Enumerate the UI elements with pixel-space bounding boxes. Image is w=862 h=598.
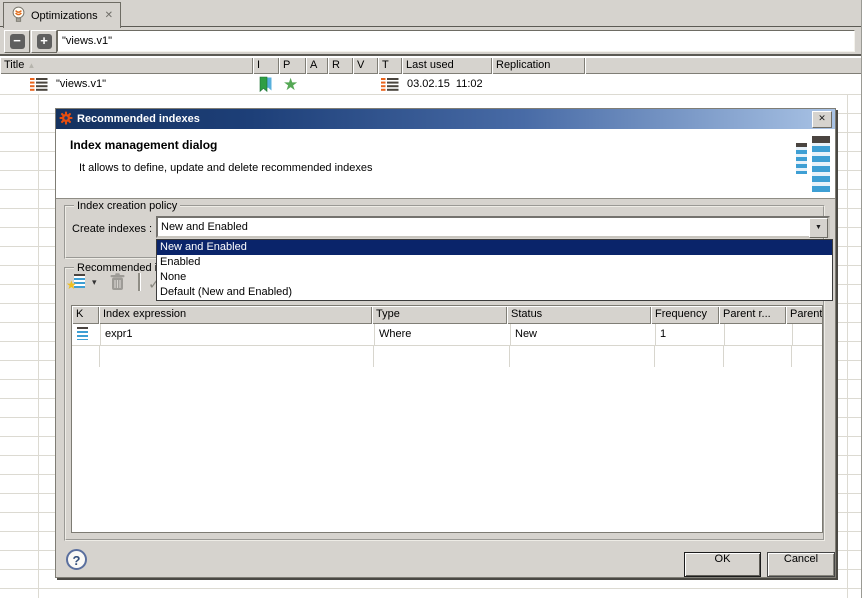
dialog-banner: Index management dialog It allows to def… bbox=[56, 129, 835, 199]
index-row-empty bbox=[72, 346, 822, 367]
add-index-menu-caret-icon[interactable]: ▾ bbox=[92, 277, 97, 288]
dialog-title-bar[interactable]: Recommended indexes ✕ bbox=[56, 109, 835, 129]
col-parent-2[interactable]: Parent r... bbox=[786, 306, 823, 324]
plus-icon: + bbox=[37, 34, 52, 49]
grid-vline-left bbox=[38, 95, 39, 598]
optimizations-view: Optimizations ✕ − + Title ▲ I P A R V T … bbox=[0, 0, 862, 598]
column-header-last-used-label: Last used bbox=[406, 59, 454, 71]
gear-icon bbox=[59, 111, 73, 128]
lightbulb-icon bbox=[11, 6, 26, 26]
cell-frequency: 1 bbox=[656, 324, 725, 346]
tab-close-icon[interactable]: ✕ bbox=[105, 10, 113, 21]
delete-index-button[interactable] bbox=[109, 273, 126, 294]
combo-dropdown-icon[interactable]: ▼ bbox=[809, 218, 828, 238]
index-row[interactable]: expr1 Where New 1 bbox=[72, 324, 822, 346]
column-header-t[interactable]: T bbox=[378, 57, 402, 74]
recommended-indexes-dialog: Recommended indexes ✕ Index management d… bbox=[55, 108, 836, 578]
column-header-p-label: P bbox=[283, 59, 290, 71]
dialog-description: It allows to define, update and delete r… bbox=[79, 162, 373, 174]
column-header-r[interactable]: R bbox=[328, 57, 353, 74]
empty-cell bbox=[100, 346, 374, 367]
col-k[interactable]: K bbox=[72, 306, 99, 324]
column-header-replication[interactable]: Replication bbox=[492, 57, 585, 74]
column-header-a[interactable]: A bbox=[306, 57, 328, 74]
dialog-heading: Index management dialog bbox=[70, 138, 217, 152]
tab-bar bbox=[0, 0, 862, 27]
column-header-r-label: R bbox=[332, 59, 340, 71]
indexes-table-header: K Index expression Type Status Frequency… bbox=[72, 306, 822, 324]
column-header-v-label: V bbox=[357, 59, 364, 71]
indexes-table[interactable]: K Index expression Type Status Frequency… bbox=[71, 305, 823, 533]
row-title: "views.v1" bbox=[56, 74, 106, 95]
minus-icon: − bbox=[10, 34, 25, 49]
column-header-i-label: I bbox=[257, 59, 260, 71]
toolbar-separator bbox=[138, 273, 140, 291]
empty-cell bbox=[655, 346, 724, 367]
dialog-close-icon[interactable]: ✕ bbox=[812, 111, 832, 128]
primary-star-icon: ★ bbox=[283, 76, 298, 93]
help-button[interactable]: ? bbox=[66, 549, 87, 570]
tab-label: Optimizations bbox=[31, 10, 98, 22]
t-column-table-icon bbox=[381, 78, 399, 94]
table-row[interactable]: "views.v1" ★ 03.02.15 11:02 bbox=[0, 74, 862, 95]
col-index-expression[interactable]: Index expression bbox=[99, 306, 372, 324]
combo-value: New and Enabled bbox=[161, 221, 248, 233]
cell-status: New bbox=[511, 324, 656, 346]
grid-vline-right bbox=[847, 95, 848, 598]
empty-cell bbox=[792, 346, 823, 367]
dropdown-option-default[interactable]: Default (New and Enabled) bbox=[157, 285, 832, 300]
row-last-used: 03.02.15 11:02 bbox=[407, 74, 483, 95]
empty-cell bbox=[374, 346, 510, 367]
cell-parent-2 bbox=[793, 324, 823, 346]
empty-cell bbox=[724, 346, 792, 367]
ok-button[interactable]: OK bbox=[684, 552, 761, 577]
k-cell bbox=[72, 324, 101, 346]
create-indexes-combo[interactable]: New and Enabled ▼ bbox=[156, 216, 830, 238]
empty-cell bbox=[510, 346, 655, 367]
create-indexes-label: Create indexes : bbox=[72, 221, 152, 237]
column-header-a-label: A bbox=[310, 59, 317, 71]
dropdown-option-new-and-enabled[interactable]: New and Enabled bbox=[157, 240, 832, 255]
dropdown-option-none[interactable]: None bbox=[157, 270, 832, 285]
view-table-icon bbox=[30, 78, 48, 94]
column-header-title[interactable]: Title ▲ bbox=[0, 57, 253, 74]
cell-expression: expr1 bbox=[101, 324, 375, 346]
policy-group-label: Index creation policy bbox=[74, 199, 180, 213]
column-header-filler bbox=[585, 57, 862, 74]
dialog-title: Recommended indexes bbox=[77, 113, 200, 125]
column-header-p[interactable]: P bbox=[279, 57, 306, 74]
col-parent-1[interactable]: Parent r... bbox=[719, 306, 786, 324]
tab-optimizations[interactable]: Optimizations ✕ bbox=[3, 2, 121, 28]
index-bars-small-icon bbox=[796, 143, 807, 174]
column-header-i[interactable]: I bbox=[253, 57, 279, 74]
bookmark-flag-icon bbox=[258, 76, 273, 96]
cell-parent-1 bbox=[725, 324, 793, 346]
expand-button[interactable]: + bbox=[31, 30, 57, 53]
empty-cell bbox=[72, 346, 100, 367]
column-header-last-used[interactable]: Last used bbox=[402, 57, 492, 74]
filter-input[interactable] bbox=[57, 30, 855, 52]
collapse-button[interactable]: − bbox=[4, 30, 30, 53]
column-header-title-label: Title bbox=[4, 59, 24, 71]
column-header-replication-label: Replication bbox=[496, 59, 550, 71]
create-indexes-dropdown: New and Enabled Enabled None Default (Ne… bbox=[156, 239, 833, 301]
col-type[interactable]: Type bbox=[372, 306, 507, 324]
dropdown-option-enabled[interactable]: Enabled bbox=[157, 255, 832, 270]
column-header-t-label: T bbox=[382, 59, 389, 71]
add-star-icon: ★ bbox=[66, 278, 77, 292]
add-index-button[interactable]: ★ bbox=[68, 274, 86, 291]
sort-asc-icon: ▲ bbox=[27, 61, 35, 70]
cell-type: Where bbox=[375, 324, 511, 346]
index-bars-large-icon bbox=[812, 136, 830, 192]
col-frequency[interactable]: Frequency bbox=[651, 306, 719, 324]
col-status[interactable]: Status bbox=[507, 306, 651, 324]
column-header-v[interactable]: V bbox=[353, 57, 378, 74]
cancel-button[interactable]: Cancel bbox=[767, 552, 835, 577]
key-bars-icon bbox=[77, 327, 88, 340]
